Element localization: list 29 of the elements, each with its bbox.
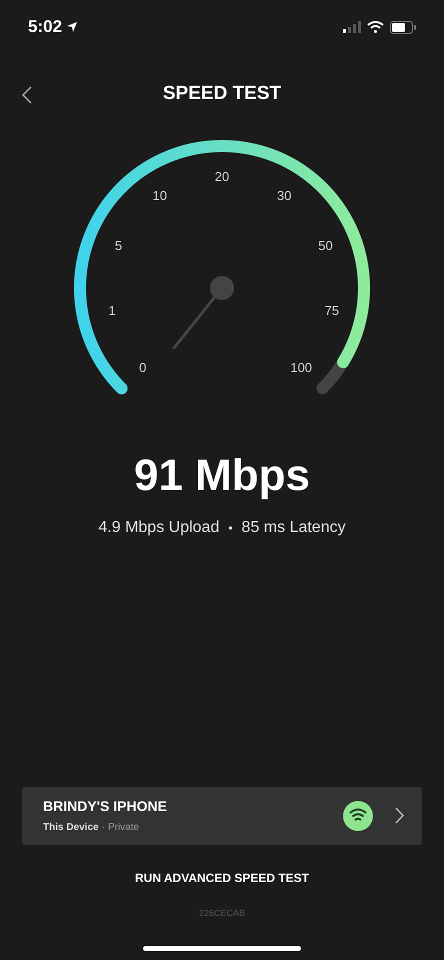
chevron-left-icon — [22, 86, 32, 104]
download-speed: 91 Mbps — [132, 454, 312, 498]
separator-dot: • — [228, 520, 233, 537]
status-time: 5:02 — [28, 16, 62, 38]
wifi-icon — [367, 21, 384, 33]
gauge-tick-label: 50 — [318, 238, 333, 254]
upload-speed: 4.9 Mbps Upload — [98, 518, 220, 538]
advanced-speed-test-button[interactable]: RUN ADVANCED SPEED TEST — [126, 864, 318, 890]
gauge-tick-label: 100 — [290, 360, 312, 376]
privacy-label: Private — [108, 821, 140, 835]
gauge-tick-label: 0 — [139, 360, 146, 376]
page-title: SPEED TEST — [162, 82, 282, 106]
latency: 85 ms Latency — [242, 518, 346, 538]
device-name: BRINDY'S IPHONE — [43, 797, 168, 816]
device-type: This Device — [43, 821, 99, 835]
gauge-tick-label: 30 — [277, 188, 292, 203]
gauge-tick-label: 20 — [214, 169, 230, 184]
separator-dot: · — [102, 821, 105, 835]
device-card[interactable]: BRINDY'S IPHONE This Device · Private — [22, 786, 422, 844]
wifi-badge-icon — [343, 800, 373, 830]
device-code: 226CECAB — [198, 906, 246, 920]
chevron-right-icon — [395, 807, 404, 824]
gauge-tick-label: 75 — [324, 302, 340, 318]
gauge-tick-label: 5 — [114, 238, 122, 254]
location-arrow-icon — [66, 21, 78, 33]
signal-icon — [343, 21, 361, 33]
gauge-tick-label: 10 — [152, 188, 167, 203]
battery-icon — [390, 20, 416, 34]
gauge-tick-label: 1 — [108, 302, 116, 318]
